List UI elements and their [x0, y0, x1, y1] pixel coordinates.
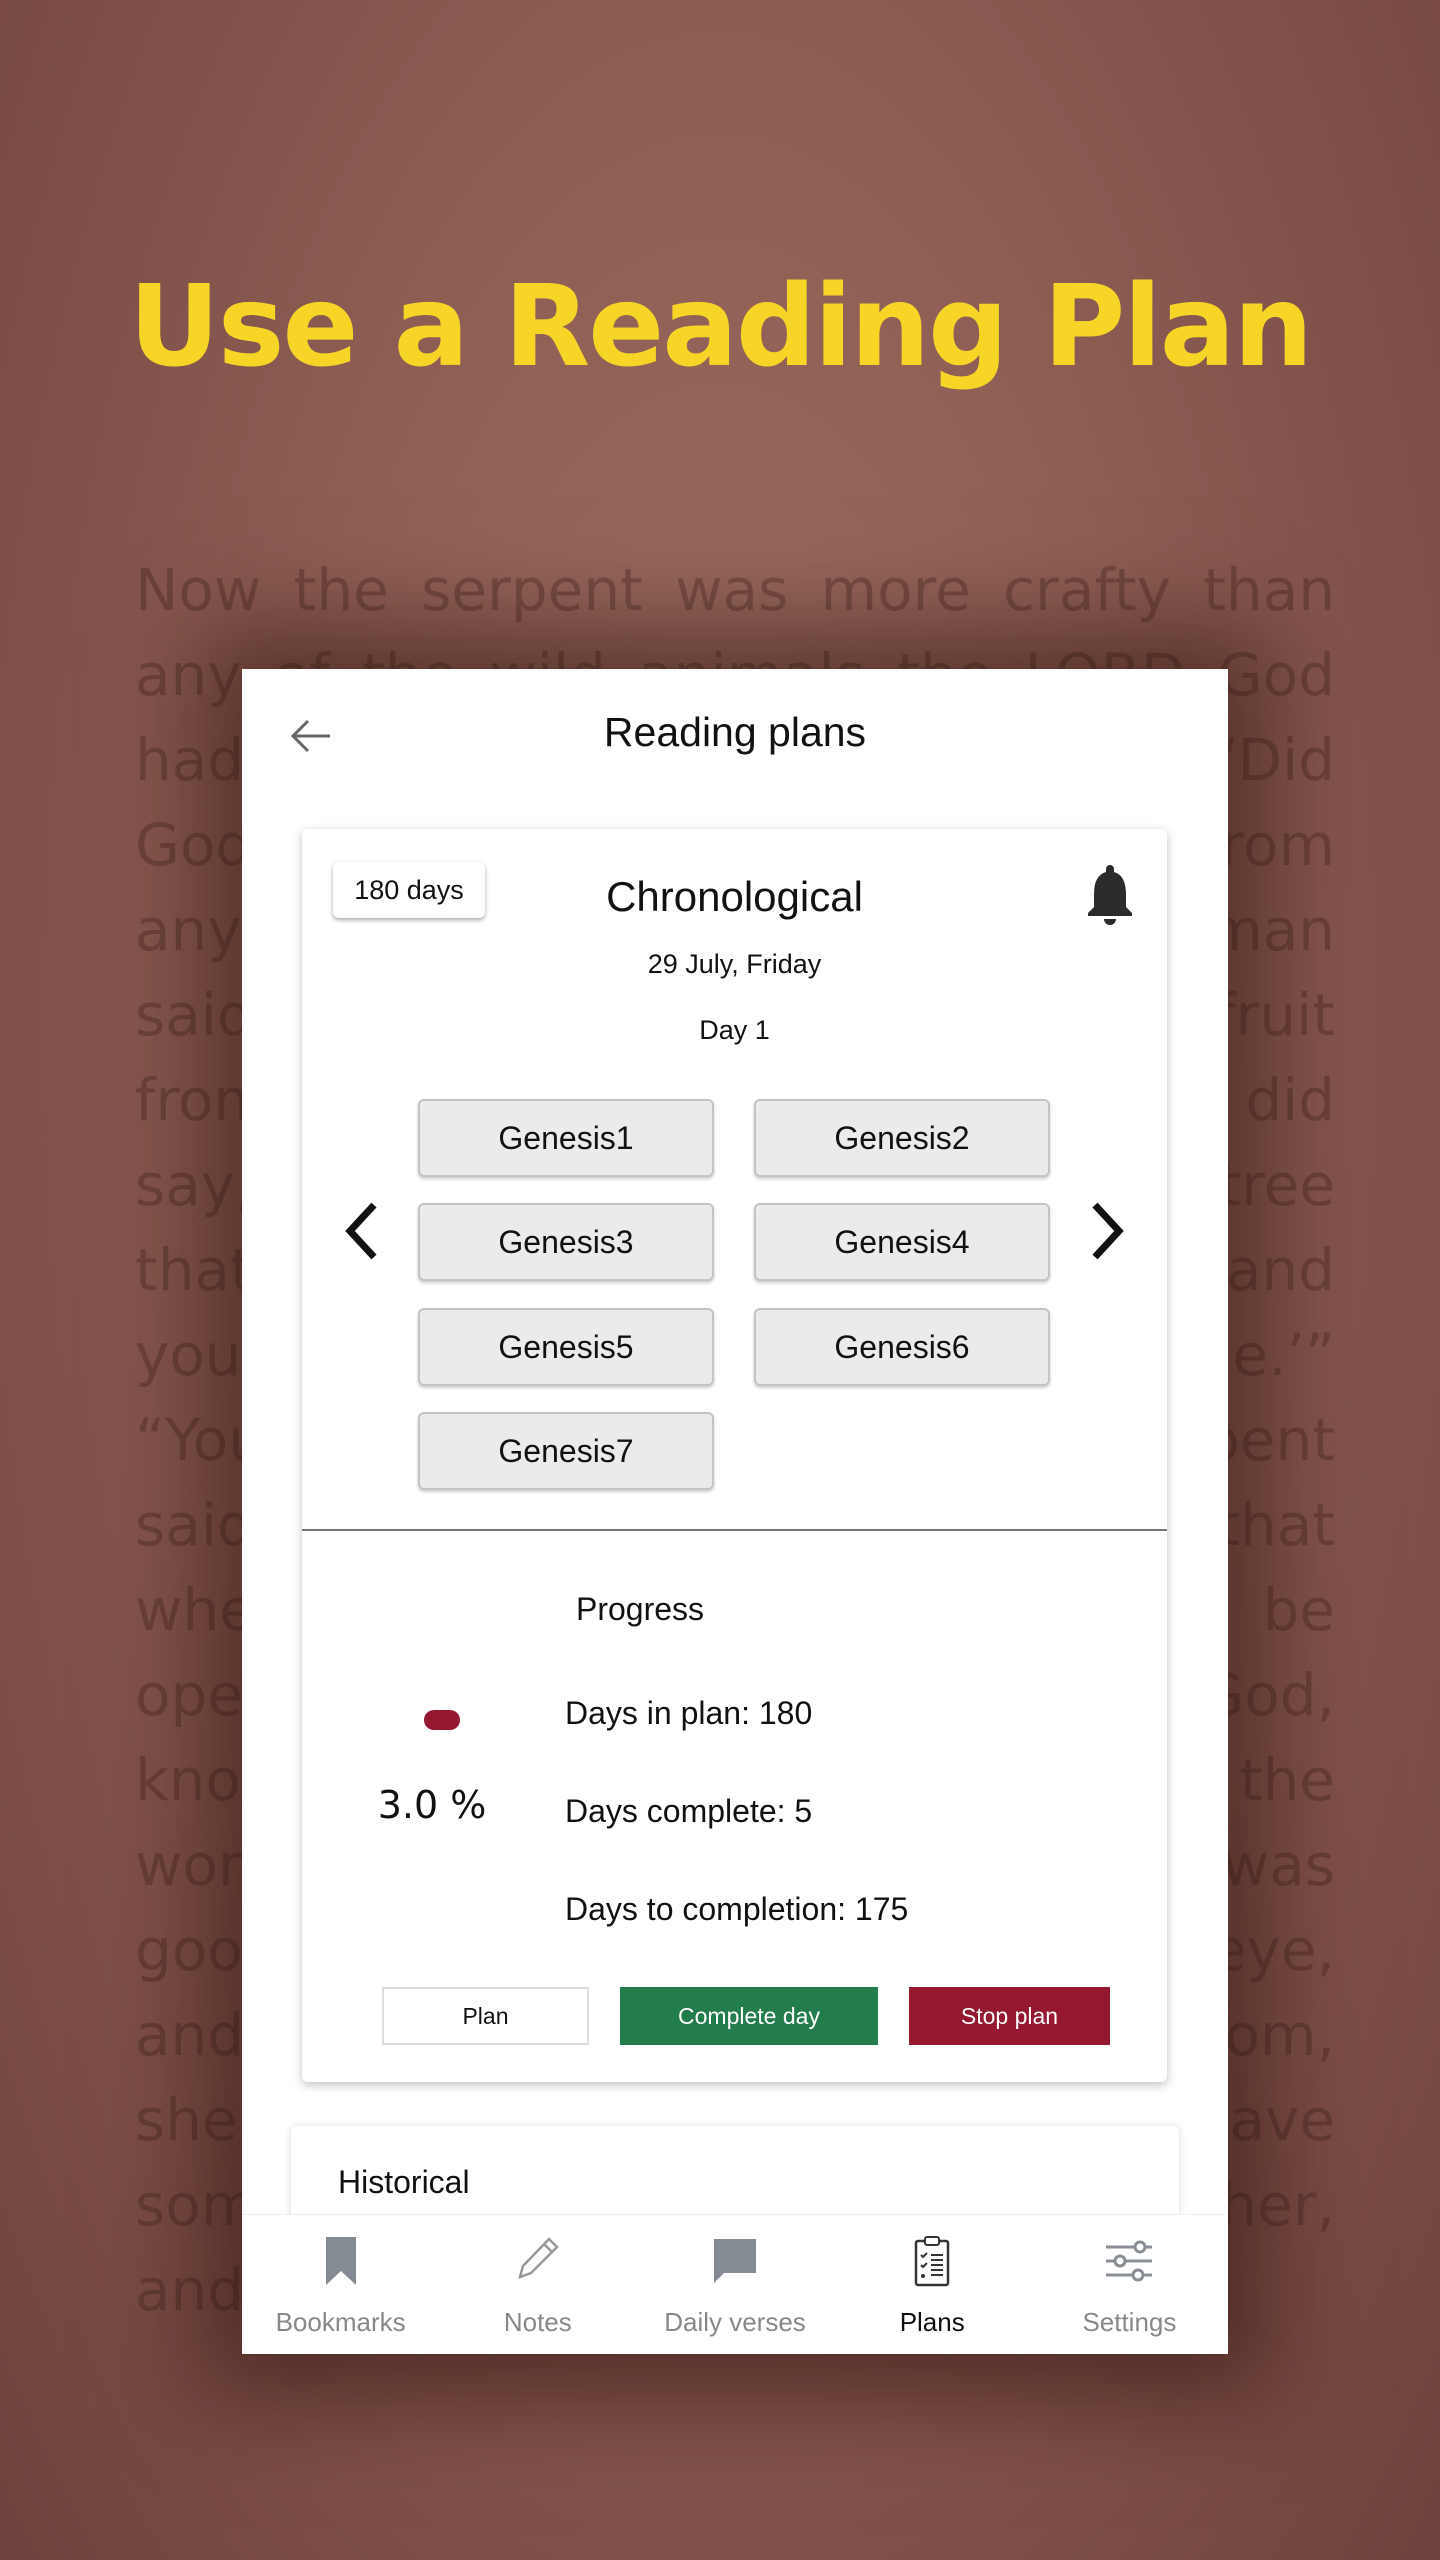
- clipboard-icon: [914, 2236, 950, 2287]
- chevron-left-icon[interactable]: [342, 1199, 382, 1263]
- nav-plans[interactable]: Plans: [834, 2215, 1031, 2354]
- stop-plan-button[interactable]: Stop plan: [909, 1987, 1110, 2045]
- nav-notes[interactable]: Notes: [439, 2215, 636, 2354]
- plan-date: 29 July, Friday: [647, 949, 822, 979]
- nav-bookmarks[interactable]: Bookmarks: [242, 2215, 439, 2354]
- divider: [302, 1529, 1167, 1531]
- bottom-nav: Bookmarks Notes Daily verses Plans Setti…: [242, 2214, 1228, 2354]
- bell-icon[interactable]: [1082, 863, 1138, 925]
- page-title: Reading plans: [603, 709, 867, 755]
- reading-button[interactable]: Genesis6: [754, 1308, 1050, 1386]
- plan-button[interactable]: Plan: [382, 1987, 589, 2045]
- nav-label: Settings: [1082, 2307, 1177, 2337]
- reading-button[interactable]: Genesis5: [418, 1308, 714, 1386]
- reading-button[interactable]: Genesis7: [418, 1412, 714, 1490]
- progress-title: Progress: [575, 1591, 705, 1627]
- days-in-plan: Days in plan: 180: [565, 1695, 813, 1731]
- nav-settings[interactable]: Settings: [1031, 2215, 1228, 2354]
- plan-day: Day 1: [699, 1015, 770, 1045]
- days-to-completion: Days to completion: 175: [565, 1891, 909, 1927]
- reading-button[interactable]: Genesis4: [754, 1203, 1050, 1281]
- nav-label: Notes: [503, 2307, 572, 2337]
- app-screen: Reading plans 180 days Chronological 29 …: [242, 669, 1228, 2354]
- complete-day-button[interactable]: Complete day: [620, 1987, 878, 2045]
- pencil-icon: [517, 2237, 559, 2279]
- nav-label: Daily verses: [664, 2307, 806, 2337]
- historical-title: Historical: [338, 2164, 470, 2200]
- reading-button[interactable]: Genesis1: [418, 1099, 714, 1177]
- progress-percent: 3.0 %: [377, 1783, 487, 1827]
- bookmark-icon: [325, 2237, 356, 2285]
- reading-button[interactable]: Genesis2: [754, 1099, 1050, 1177]
- nav-label: Plans: [899, 2307, 965, 2337]
- plan-card: 180 days Chronological 29 July, Friday D…: [302, 829, 1167, 2082]
- headline: Use a Reading Plan: [128, 262, 1313, 392]
- progress-indicator: [424, 1710, 460, 1730]
- sliders-icon: [1106, 2240, 1153, 2282]
- nav-label: Bookmarks: [275, 2307, 406, 2337]
- plan-name: Chronological: [606, 873, 863, 920]
- chat-icon: [714, 2239, 756, 2283]
- nav-daily-verses[interactable]: Daily verses: [636, 2215, 833, 2354]
- days-complete: Days complete: 5: [565, 1793, 813, 1829]
- chevron-right-icon[interactable]: [1087, 1199, 1127, 1263]
- reading-button[interactable]: Genesis3: [418, 1203, 714, 1281]
